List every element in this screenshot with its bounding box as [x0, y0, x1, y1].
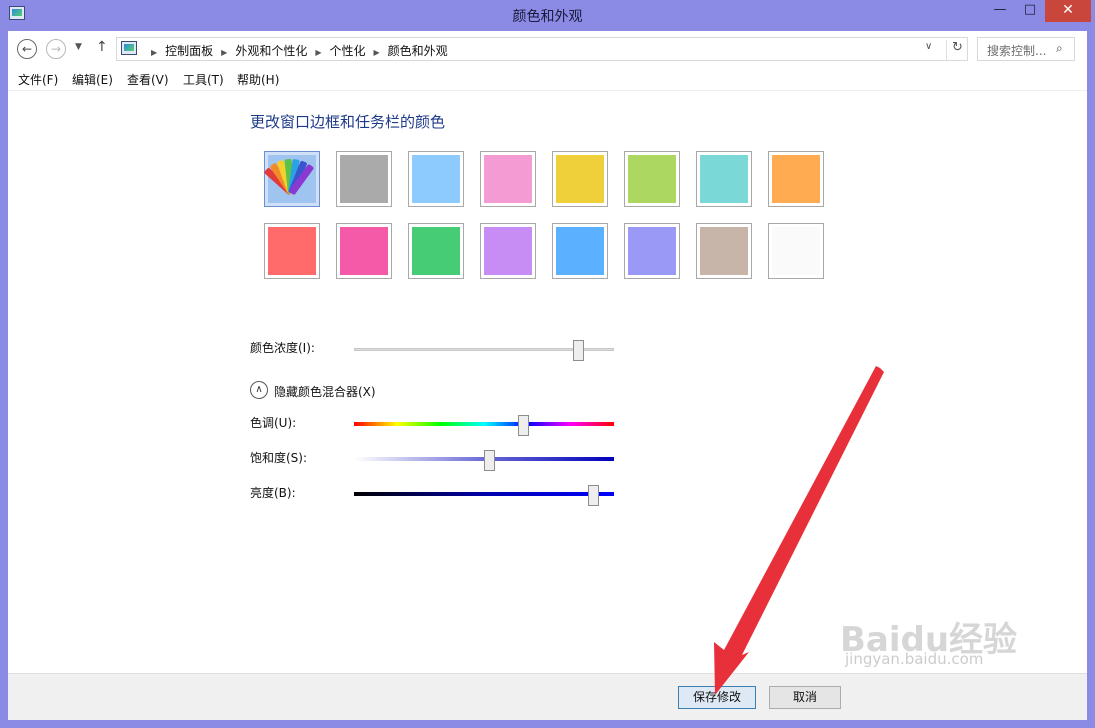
intensity-label: 颜色浓度(I): [250, 341, 315, 355]
brightness-slider[interactable] [354, 492, 614, 496]
footer-bar: 保存修改 取消 [8, 673, 1087, 720]
color-swatch-fill [412, 227, 460, 275]
watermark-url: jingyan.baidu.com [845, 650, 984, 668]
collapse-icon[interactable]: ∧ [250, 381, 268, 399]
maximize-button[interactable]: □ [1015, 0, 1045, 22]
menu-bar: 文件(F) 编辑(E) 查看(V) 工具(T) 帮助(H) [8, 67, 1087, 91]
color-swatch-auto-color[interactable] [263, 151, 320, 207]
cancel-button[interactable]: 取消 [769, 686, 841, 709]
main-content: 更改窗口边框和任务栏的颜色 颜色浓度(I): ∧ 隐藏颜色混合器(X) 色调(U… [8, 91, 1087, 673]
search-input[interactable]: 搜索控制... ⌕ [977, 37, 1075, 61]
color-swatch-fill [556, 227, 604, 275]
menu-edit[interactable]: 编辑(E) [72, 71, 113, 88]
hide-color-mixer-toggle[interactable]: 隐藏颜色混合器(X) [274, 383, 376, 400]
color-swatch-fill [268, 227, 316, 275]
title-bar[interactable]: 颜色和外观 — □ ✕ [0, 0, 1095, 31]
breadcrumb: ▶ 控制面板 ▶ 外观和个性化 ▶ 个性化 ▶ 颜色和外观 [143, 42, 448, 59]
breadcrumb-appearance[interactable]: 外观和个性化 [235, 44, 307, 58]
chevron-down-icon[interactable]: ∨ [925, 41, 932, 52]
search-icon[interactable]: ⌕ [1056, 41, 1063, 56]
color-swatch-magenta[interactable] [336, 223, 392, 279]
menu-view[interactable]: 查看(V) [127, 71, 169, 88]
breadcrumb-control-panel[interactable]: 控制面板 [165, 44, 213, 58]
color-fan-icon [263, 155, 316, 203]
menu-file[interactable]: 文件(F) [18, 71, 58, 88]
color-swatch-fill [772, 227, 820, 275]
refresh-icon[interactable]: ↻ [946, 40, 963, 60]
recent-locations-icon[interactable]: ▼ [75, 42, 82, 52]
menu-help[interactable]: 帮助(H) [237, 71, 279, 88]
save-changes-button[interactable]: 保存修改 [678, 686, 756, 709]
color-swatch-fill [628, 155, 676, 203]
breadcrumb-separator-icon[interactable]: ▶ [221, 48, 227, 57]
address-bar[interactable]: ▶ 控制面板 ▶ 外观和个性化 ▶ 个性化 ▶ 颜色和外观 ∨ ↻ [116, 37, 968, 61]
back-arrow-icon[interactable]: ← [17, 39, 37, 59]
close-button[interactable]: ✕ [1045, 0, 1091, 22]
color-swatch-white[interactable] [768, 223, 824, 279]
intensity-slider-thumb[interactable] [572, 340, 584, 361]
hue-label: 色调(U): [250, 416, 297, 430]
color-swatch-yellow[interactable] [552, 151, 608, 207]
color-swatch-fill [772, 155, 820, 203]
breadcrumb-color-appearance[interactable]: 颜色和外观 [388, 44, 448, 58]
hue-slider[interactable] [354, 422, 614, 426]
color-swatch-periwinkle[interactable] [624, 223, 680, 279]
color-swatch-fill [700, 155, 748, 203]
color-swatch-green[interactable] [408, 223, 464, 279]
color-swatch-fill [556, 155, 604, 203]
minimize-button[interactable]: — [985, 0, 1015, 22]
color-swatch-violet[interactable] [480, 223, 536, 279]
navigation-bar: ← → ▼ ↑ ▶ 控制面板 ▶ 外观和个性化 ▶ 个性化 ▶ 颜色和外观 ∨ ↻ 搜索控制.… [8, 31, 1087, 65]
forward-arrow-icon[interactable]: → [46, 39, 66, 59]
color-swatch-sky-blue[interactable] [408, 151, 464, 207]
hue-slider-thumb[interactable] [518, 415, 529, 436]
saturation-label: 饱和度(S): [250, 451, 308, 465]
breadcrumb-separator-icon[interactable]: ▶ [315, 48, 321, 57]
search-placeholder: 搜索控制... [987, 44, 1047, 58]
color-swatch-gray[interactable] [336, 151, 392, 207]
color-swatch-taupe[interactable] [696, 223, 752, 279]
breadcrumb-separator-icon[interactable]: ▶ [374, 48, 380, 57]
color-swatch-fill [412, 155, 460, 203]
color-swatch-lime[interactable] [624, 151, 680, 207]
color-swatch-fill [484, 227, 532, 275]
breadcrumb-personalization[interactable]: 个性化 [330, 44, 366, 58]
color-swatch-blue[interactable] [552, 223, 608, 279]
color-swatch-fill [628, 227, 676, 275]
control-panel-icon [121, 41, 137, 55]
color-swatch-red[interactable] [264, 223, 320, 279]
color-swatch-fill [484, 155, 532, 203]
window-title: 颜色和外观 [512, 9, 583, 25]
color-swatch-orange[interactable] [768, 151, 824, 207]
window: 颜色和外观 — □ ✕ ← → ▼ ↑ ▶ 控制面板 ▶ 外观和个性化 ▶ 个性化 ▶ 颜色和… [0, 0, 1095, 728]
color-swatch-teal[interactable] [696, 151, 752, 207]
brightness-label: 亮度(B): [250, 486, 296, 500]
saturation-slider-thumb[interactable] [484, 450, 496, 471]
color-swatch-pink[interactable] [480, 151, 536, 207]
brightness-slider-thumb[interactable] [588, 485, 600, 506]
color-swatch-fill [700, 227, 748, 275]
menu-tools[interactable]: 工具(T) [183, 71, 224, 88]
page-title: 更改窗口边框和任务栏的颜色 [250, 113, 446, 131]
breadcrumb-separator-icon[interactable]: ▶ [151, 48, 157, 57]
color-swatch-fill [340, 155, 388, 203]
up-arrow-icon[interactable]: ↑ [96, 39, 108, 55]
color-swatch-fill [340, 227, 388, 275]
